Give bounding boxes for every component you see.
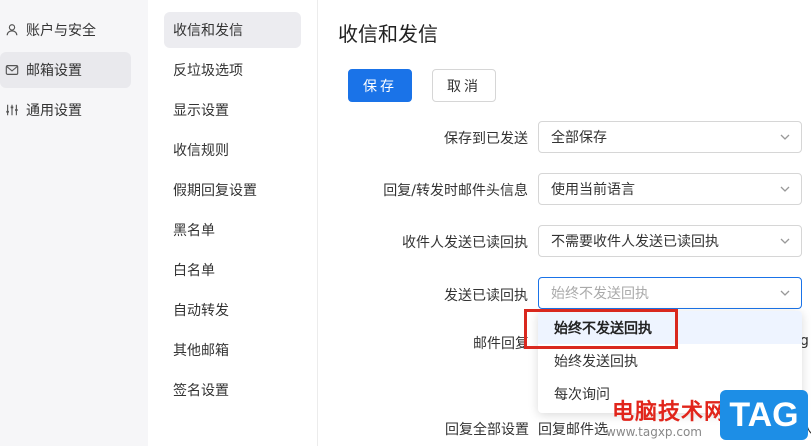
settings-panel: 收信和发信 保存 取消 保存到已发送 全部保存 回复/转发时邮件头信息 使用当前… [318, 0, 811, 446]
chevron-down-icon [779, 235, 791, 247]
dropdown-option-always-send[interactable]: 始终发送回执 [538, 344, 802, 377]
save-button[interactable]: 保存 [348, 69, 412, 102]
select-value: 始终不发送回执 [551, 286, 649, 302]
sub-nav-other-mailboxes[interactable]: 其他邮箱 [164, 332, 301, 368]
send-read-receipt-label: 发送已读回执 [444, 288, 528, 304]
recipient-read-receipt-label: 收件人发送已读回执 [402, 235, 528, 251]
sub-nav-vacation-reply[interactable]: 假期回复设置 [164, 172, 301, 208]
watermark-url: www.tagxp.com [606, 425, 702, 439]
watermark-text: 电脑技术网 [612, 400, 728, 425]
sliders-icon [4, 102, 20, 118]
reply-format-label: 邮件回复 [473, 336, 529, 352]
sub-nav-auto-forward[interactable]: 自动转发 [164, 292, 301, 328]
nav-item-general-settings[interactable]: 通用设置 [0, 92, 131, 128]
recipient-read-receipt-select[interactable]: 不需要收件人发送已读回执 [538, 225, 802, 257]
select-value: 不需要收件人发送已读回执 [551, 234, 719, 250]
dropdown-option-never-send[interactable]: 始终不发送回执 [538, 311, 802, 344]
reply-header-label: 回复/转发时邮件头信息 [383, 183, 528, 199]
user-icon [4, 22, 20, 38]
sub-nav-blocklist[interactable]: 黑名单 [164, 212, 301, 248]
mailbox-icon [4, 62, 20, 78]
settings-sub-nav: 收信和发信 反垃圾选项 显示设置 收信规则 假期回复设置 黑名单 白名单 自动转… [148, 0, 318, 446]
watermark-logo: TAG [720, 390, 808, 440]
sub-nav-allowlist[interactable]: 白名单 [164, 252, 301, 288]
sub-nav-display[interactable]: 显示设置 [164, 92, 301, 128]
reply-all-label: 回复全部设置 [445, 422, 529, 438]
save-to-sent-select[interactable]: 全部保存 [538, 121, 802, 153]
reply-all-value: 回复邮件选 [538, 422, 608, 438]
nav-item-mailbox-settings[interactable]: 邮箱设置 [0, 52, 131, 88]
page-title: 收信和发信 [338, 22, 438, 46]
nav-item-label: 邮箱设置 [26, 63, 82, 79]
send-read-receipt-select[interactable]: 始终不发送回执 [538, 277, 802, 309]
reply-header-select[interactable]: 使用当前语言 [538, 173, 802, 205]
sub-nav-signature[interactable]: 签名设置 [164, 372, 301, 408]
save-to-sent-label: 保存到已发送 [444, 131, 528, 147]
chevron-down-icon [779, 287, 791, 299]
nav-item-label: 通用设置 [26, 103, 82, 119]
sub-nav-anti-spam[interactable]: 反垃圾选项 [164, 52, 301, 88]
chevron-down-icon [779, 183, 791, 195]
watermark: 电脑技术网 www.tagxp.com TAG [600, 382, 811, 446]
nav-item-account-security[interactable]: 账户与安全 [0, 12, 131, 48]
sub-nav-inbox-rules[interactable]: 收信规则 [164, 132, 301, 168]
left-nav: 账户与安全 邮箱设置 通用设置 [0, 0, 148, 446]
chevron-down-icon [779, 131, 791, 143]
nav-item-label: 账户与安全 [26, 23, 96, 39]
select-value: 使用当前语言 [551, 182, 635, 198]
select-value: 全部保存 [551, 130, 607, 146]
cancel-button[interactable]: 取消 [432, 69, 496, 102]
sub-nav-receive-send[interactable]: 收信和发信 [164, 12, 301, 48]
